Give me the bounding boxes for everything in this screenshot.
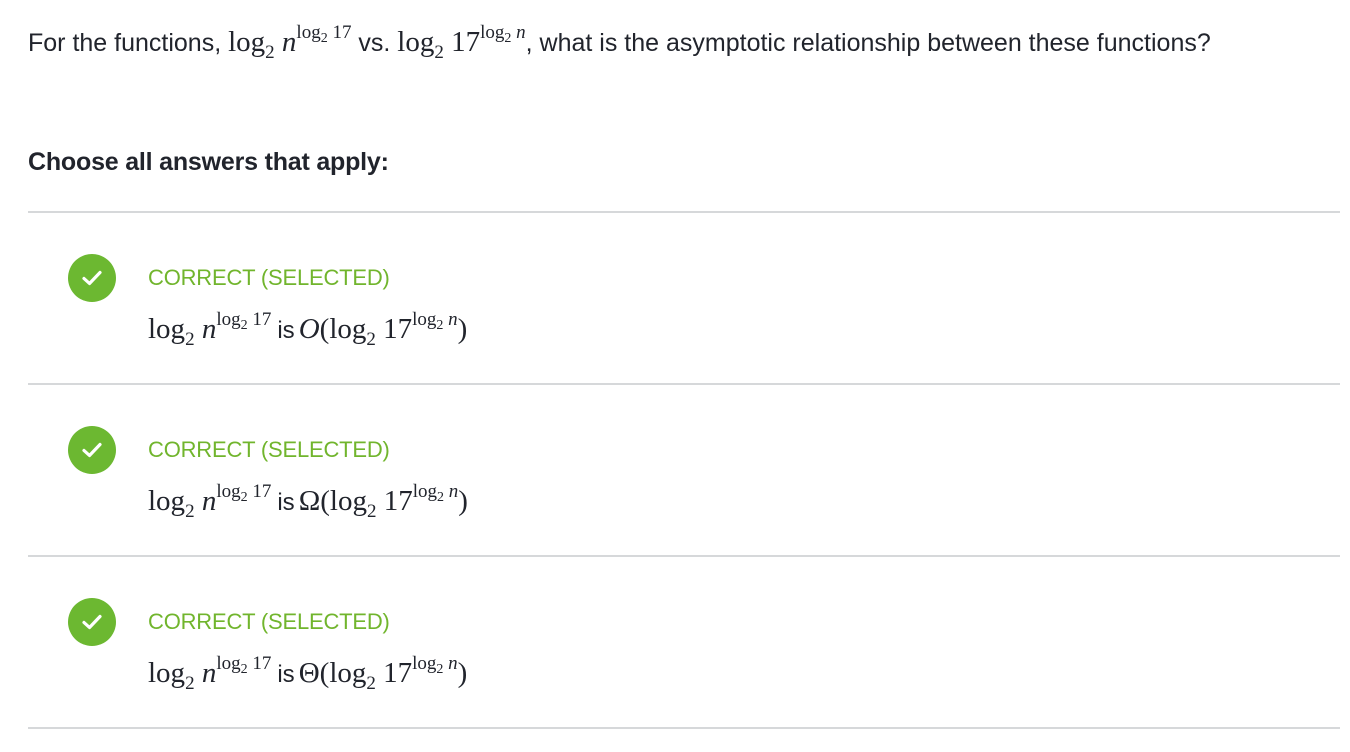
- relation-symbol: Ω: [298, 485, 321, 517]
- question-prefix: For the functions,: [28, 29, 229, 57]
- checkmark-icon: [68, 254, 116, 302]
- relation-symbol: Θ: [298, 657, 320, 689]
- choice-answer: log2 nlog2 17 is O(log2 17log2 n): [148, 309, 468, 350]
- choice-status: CORRECT (SELECTED): [148, 437, 390, 462]
- choice-answer: log2 nlog2 17 is Ω(log2 17log2 n): [148, 481, 468, 522]
- question-text: For the functions, log2 nlog2 17 vs. log…: [28, 22, 1318, 68]
- function-one: log2 nlog2 17: [228, 22, 352, 63]
- question-vs: vs.: [351, 29, 398, 57]
- checkmark-icon: [68, 426, 116, 474]
- question-suffix: , what is the asymptotic relationship be…: [525, 29, 1211, 57]
- answer-choice-big-theta[interactable]: CORRECT (SELECTED) log2 nlog2 17 is Θ(log2…: [0, 557, 1350, 727]
- answer-choice-big-omega[interactable]: CORRECT (SELECTED) log2 nlog2 17 is Ω(log2…: [0, 385, 1350, 555]
- choice-status: CORRECT (SELECTED): [148, 265, 390, 290]
- answer-prompt: Choose all answers that apply:: [28, 148, 389, 176]
- answer-choice-big-o[interactable]: CORRECT (SELECTED) log2 nlog2 17 is O(log2…: [0, 213, 1350, 383]
- choice-answer: log2 nlog2 17 is Θ(log2 17log2 n): [148, 653, 468, 694]
- divider: [28, 727, 1340, 729]
- exercise-page: For the functions, log2 nlog2 17 vs. log…: [0, 0, 1350, 752]
- checkmark-icon: [68, 598, 116, 646]
- relation-symbol: O: [298, 313, 320, 345]
- choice-status: CORRECT (SELECTED): [148, 609, 390, 634]
- function-two: log2 17log2 n: [397, 22, 526, 63]
